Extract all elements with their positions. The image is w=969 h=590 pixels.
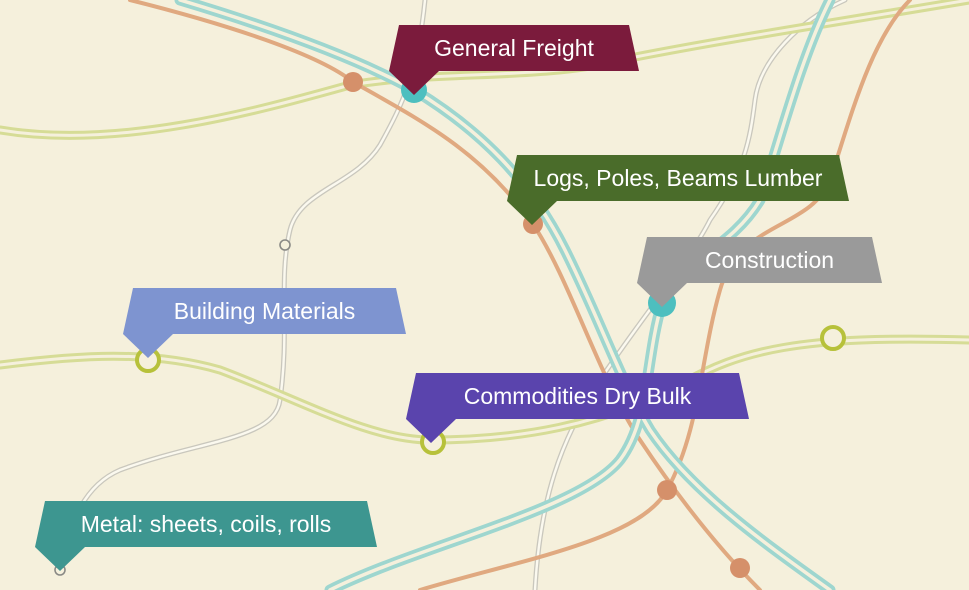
station-marker: [657, 480, 677, 500]
tag-construction[interactable]: Construction: [637, 237, 882, 307]
station-marker: [343, 72, 363, 92]
tag-label: Logs, Poles, Beams Lumber: [533, 165, 823, 191]
tag-label: General Freight: [434, 35, 594, 61]
tag-metal-sheets[interactable]: Metal: sheets, coils, rolls: [35, 501, 377, 571]
tag-logs-lumber[interactable]: Logs, Poles, Beams Lumber: [507, 155, 849, 225]
tag-building-materials[interactable]: Building Materials: [123, 288, 406, 358]
station-marker: [279, 239, 291, 251]
tag-label: Metal: sheets, coils, rolls: [80, 511, 332, 537]
tag-general-freight[interactable]: General Freight: [389, 25, 639, 95]
tag-label: Construction: [704, 247, 835, 273]
station-marker: [820, 325, 846, 351]
station-marker: [730, 558, 750, 578]
tag-commodities-dry-bulk[interactable]: Commodities Dry Bulk: [406, 373, 749, 443]
tag-label: Building Materials: [173, 298, 356, 324]
tag-label: Commodities Dry Bulk: [463, 383, 692, 409]
